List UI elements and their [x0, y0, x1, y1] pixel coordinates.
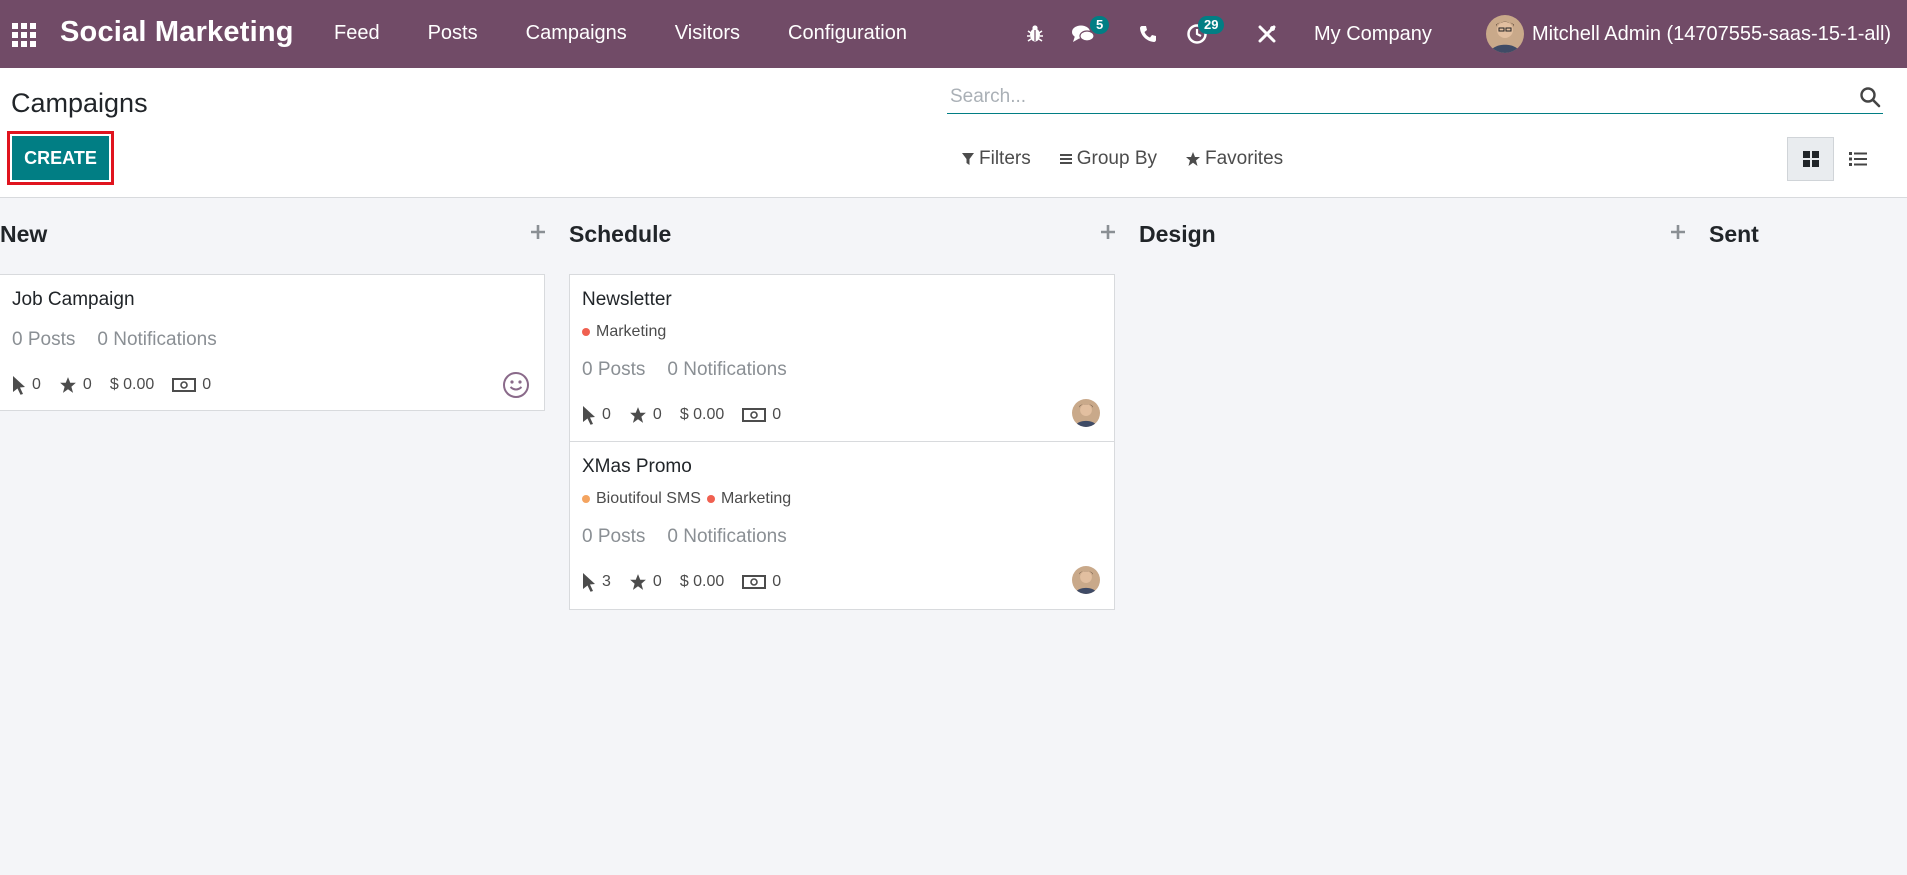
tag-marketing: Marketing [706, 490, 791, 508]
card-title: Newsletter [582, 289, 672, 310]
menu-item-posts[interactable]: Posts [428, 22, 478, 45]
plus-icon[interactable] [1669, 223, 1687, 241]
tag-bioutifoul-sms: Bioutifoul SMS [582, 490, 701, 508]
favorites-label: Favorites [1205, 148, 1284, 169]
card-counts: 0 Posts 0 Notifications [12, 329, 239, 351]
money-icon [172, 378, 197, 392]
column-title: Sent [1709, 221, 1759, 247]
revenue-value: $ 0.00 [679, 406, 725, 423]
company-switcher[interactable]: My Company [1314, 23, 1432, 46]
notifications-count: 0 Notifications [667, 359, 787, 380]
phone-icon[interactable] [1135, 22, 1161, 46]
posts-count: 0 Posts [12, 329, 76, 350]
user-avatar[interactable] [1486, 15, 1524, 53]
kanban-board: New Schedule Design Sent Job Campaign 0 … [0, 199, 1907, 875]
search-input[interactable] [950, 86, 1830, 108]
menu-item-feed[interactable]: Feed [334, 22, 380, 45]
notifications-count: 0 Notifications [667, 526, 787, 547]
card-title: Job Campaign [12, 289, 135, 310]
group-by-label: Group By [1076, 148, 1157, 169]
create-button[interactable]: CREATE [12, 136, 109, 180]
star-icon [630, 407, 646, 423]
star-icon [60, 377, 76, 393]
posts-count: 0 Posts [582, 526, 646, 547]
stars-count: 0 [652, 406, 662, 423]
card-title: XMas Promo [582, 456, 692, 477]
kanban-view-button[interactable] [1787, 137, 1834, 181]
stars-count: 0 [652, 573, 662, 590]
column-title: New [0, 221, 48, 247]
clicks-count: 3 [602, 573, 611, 590]
user-menu[interactable]: Mitchell Admin (14707555-saas-15-1-all) [1532, 23, 1891, 46]
list-view-icon [1848, 152, 1867, 166]
tools-icon[interactable] [1254, 22, 1280, 46]
kanban-card-xmas-promo[interactable]: XMas Promo Bioutifoul SMS Marketing 0 Po… [569, 441, 1115, 610]
revenue-value: $ 0.00 [109, 376, 155, 393]
money-count: 0 [772, 573, 782, 590]
kanban-view-icon [1802, 151, 1819, 167]
cursor-icon [583, 573, 595, 592]
smiley-icon[interactable] [502, 371, 530, 399]
star-icon [630, 574, 646, 590]
main-menu: Feed Posts Campaigns Visitors Configurat… [334, 22, 955, 45]
view-switcher [1787, 137, 1881, 181]
filters-dropdown[interactable]: Filters [961, 148, 1031, 170]
clicks-count: 0 [32, 376, 41, 393]
stars-count: 0 [82, 376, 92, 393]
money-count: 0 [772, 406, 782, 423]
card-stats: 0 0 $ 0.00 0 [582, 405, 799, 425]
avatar[interactable] [1072, 566, 1100, 594]
tag-marketing: Marketing [582, 323, 666, 341]
card-counts: 0 Posts 0 Notifications [582, 526, 809, 548]
card-tags: Bioutifoul SMS Marketing [582, 490, 797, 508]
money-icon [742, 408, 767, 422]
star-icon [1186, 152, 1200, 166]
cursor-icon [583, 406, 595, 425]
menu-item-configuration[interactable]: Configuration [788, 22, 907, 45]
plus-icon[interactable] [1099, 223, 1117, 241]
control-panel: Campaigns CREATE Filters Group By Favori… [0, 68, 1907, 198]
bug-icon[interactable] [1022, 22, 1048, 46]
notifications-count: 0 Notifications [97, 329, 217, 350]
card-stats: 0 0 $ 0.00 0 [12, 375, 229, 395]
plus-icon[interactable] [529, 223, 547, 241]
page-title: Campaigns [11, 88, 148, 118]
search-bar [947, 80, 1883, 114]
filters-label: Filters [979, 148, 1031, 169]
card-counts: 0 Posts 0 Notifications [582, 359, 809, 381]
filter-icon [962, 153, 974, 165]
search-icon[interactable] [1859, 86, 1881, 108]
avatar[interactable] [1072, 399, 1100, 427]
menu-item-visitors[interactable]: Visitors [675, 22, 740, 45]
top-navbar: Social Marketing Feed Posts Campaigns Vi… [0, 0, 1907, 68]
clicks-count: 0 [602, 406, 611, 423]
column-title: Schedule [569, 221, 672, 247]
list-view-button[interactable] [1834, 137, 1881, 181]
activities-badge: 29 [1198, 16, 1225, 34]
kanban-card-job-campaign[interactable]: Job Campaign 0 Posts 0 Notifications 0 0 … [0, 274, 545, 411]
app-brand[interactable]: Social Marketing [60, 16, 294, 49]
revenue-value: $ 0.00 [679, 573, 725, 590]
column-title: Design [1139, 221, 1216, 247]
card-stats: 3 0 $ 0.00 0 [582, 572, 799, 592]
menu-item-campaigns[interactable]: Campaigns [526, 22, 627, 45]
favorites-dropdown[interactable]: Favorites [1185, 148, 1283, 170]
card-tags: Marketing [582, 323, 672, 341]
search-options: Filters Group By Favorites [961, 148, 1311, 170]
group-by-dropdown[interactable]: Group By [1059, 148, 1157, 170]
apps-grid-icon[interactable] [12, 23, 36, 47]
kanban-card-newsletter[interactable]: Newsletter Marketing 0 Posts 0 Notificati… [569, 274, 1115, 442]
group-by-icon [1059, 154, 1072, 164]
money-count: 0 [202, 376, 212, 393]
cursor-icon [13, 376, 25, 395]
money-icon [742, 575, 767, 589]
messages-badge: 5 [1090, 16, 1110, 34]
posts-count: 0 Posts [582, 359, 646, 380]
